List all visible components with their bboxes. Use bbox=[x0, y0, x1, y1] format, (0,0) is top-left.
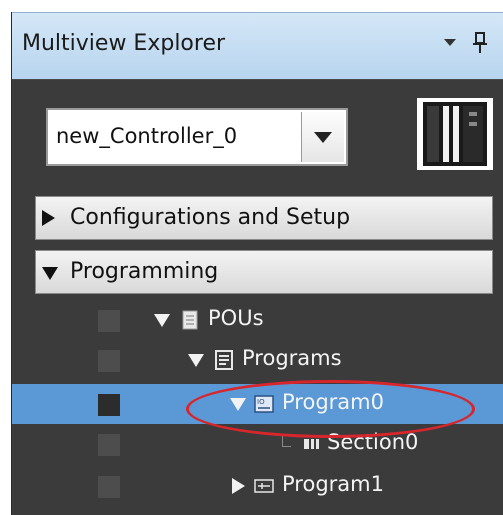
caret-right-icon bbox=[42, 210, 55, 226]
tree-item-programs[interactable]: Programs bbox=[12, 340, 503, 380]
tree-item-section0[interactable]: Section0 bbox=[12, 424, 503, 464]
tree-item-label: Programs bbox=[242, 346, 342, 370]
caret-down-icon[interactable] bbox=[154, 314, 170, 327]
chevron-down-icon[interactable] bbox=[444, 39, 456, 46]
section-label: Programming bbox=[70, 259, 219, 284]
tree-item-label: Program1 bbox=[282, 472, 384, 496]
program-icon: IO bbox=[254, 395, 274, 413]
document-icon bbox=[182, 310, 198, 330]
program-icon bbox=[254, 479, 274, 493]
tree-item-label: Program0 bbox=[282, 390, 384, 414]
section-label: Configurations and Setup bbox=[70, 205, 351, 230]
row-check-box[interactable] bbox=[98, 310, 120, 332]
caret-down-icon[interactable] bbox=[230, 398, 246, 411]
caret-right-icon[interactable] bbox=[232, 478, 245, 494]
panel-titlebar: Multiview Explorer bbox=[12, 12, 503, 80]
row-check-box[interactable] bbox=[98, 350, 120, 372]
chevron-down-icon bbox=[314, 132, 332, 143]
caret-down-icon[interactable] bbox=[188, 354, 204, 367]
pin-icon[interactable] bbox=[472, 31, 488, 55]
list-document-icon bbox=[215, 350, 233, 370]
tree-item-label: POUs bbox=[208, 306, 264, 330]
tree-item-program1[interactable]: Program1 bbox=[12, 466, 503, 506]
row-check-box[interactable] bbox=[98, 476, 120, 498]
controller-dropdown-button[interactable] bbox=[301, 112, 344, 162]
controller-device-icon[interactable] bbox=[417, 98, 493, 170]
section-configurations-and-setup[interactable]: Configurations and Setup bbox=[35, 196, 493, 240]
tree-connector bbox=[282, 434, 291, 447]
controller-select[interactable]: new_Controller_0 bbox=[46, 108, 348, 166]
controller-select-value: new_Controller_0 bbox=[56, 124, 238, 148]
row-check-box[interactable] bbox=[98, 394, 120, 416]
svg-text:IO: IO bbox=[257, 398, 265, 406]
caret-down-icon bbox=[42, 267, 58, 280]
panel-title: Multiview Explorer bbox=[22, 31, 226, 56]
tree-item-program0[interactable]: IO Program0 bbox=[12, 384, 503, 424]
section-icon bbox=[304, 439, 319, 449]
multiview-explorer-panel: Multiview Explorer new_Controller_0 Conf… bbox=[11, 12, 503, 515]
tree-item-label: Section0 bbox=[327, 430, 419, 454]
row-check-box[interactable] bbox=[98, 434, 120, 456]
tree-item-pous[interactable]: POUs bbox=[12, 300, 503, 340]
section-programming[interactable]: Programming bbox=[35, 250, 493, 294]
